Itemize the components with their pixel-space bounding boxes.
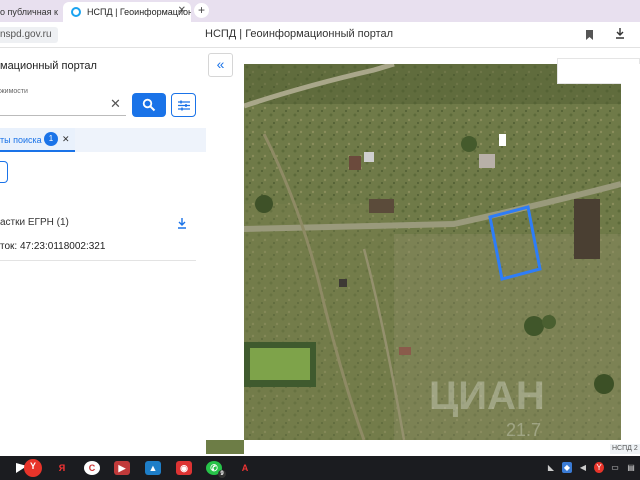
tab-title: о публичная кадастровая (0, 7, 58, 17)
store-icon[interactable]: ▲ (145, 461, 161, 475)
search-icon (142, 98, 156, 112)
results-tab-bar (75, 128, 206, 152)
yandex-browser-icon[interactable]: Y (24, 459, 42, 477)
search-button[interactable] (132, 93, 166, 117)
results-count-badge: 1 (44, 132, 58, 146)
page-title: НСПД | Геоинформационный портал (205, 28, 394, 40)
satellite-map[interactable]: ЦИАН 21.7 (244, 64, 621, 440)
nspd-favicon-icon (71, 7, 81, 17)
map-right-strip (621, 64, 640, 440)
whatsapp-badge: 9 (218, 470, 226, 478)
url-field[interactable]: nspd.gov.ru (0, 27, 58, 43)
clear-icon[interactable]: ✕ (110, 96, 121, 112)
close-tab-icon[interactable]: ✕ (178, 5, 186, 16)
tab-nspd[interactable]: НСПД | Геоинформационный портал ✕ (63, 2, 191, 22)
collapse-panel-button[interactable]: « (208, 53, 233, 77)
shield-icon[interactable]: ◆ (562, 462, 572, 473)
download-arrow-icon[interactable] (614, 27, 634, 43)
panel-title: мационный портал (0, 60, 97, 72)
video-app-icon[interactable]: ▶ (114, 461, 130, 475)
ccleaner-icon[interactable]: C (84, 461, 100, 475)
tab-title: НСПД | Геоинформационный портал (87, 7, 191, 17)
new-tab-button[interactable]: + (194, 3, 209, 18)
satellite-imagery: ЦИАН 21.7 (244, 64, 621, 440)
tab-cadastral-map[interactable]: о публичная кадастровая (0, 2, 58, 22)
acrobat-icon[interactable]: A (237, 461, 253, 475)
chat-icon[interactable]: ▤ (626, 462, 636, 473)
left-panel: мационный портал жимости ✕ ты поиска 1 ✕… (0, 48, 206, 444)
network-icon[interactable]: ◣ (546, 462, 556, 473)
taskbar: Y Я C ▶ ▲ ◉ ✆ 9 A ◣ ◆ ◀ Y ▭ ▤ (0, 456, 640, 480)
yandex-icon[interactable]: Я (54, 461, 70, 475)
yandex-tray-icon[interactable]: Y (594, 462, 604, 473)
watermark-sub: 21.7 (506, 420, 541, 440)
tab-strip: о публичная кадастровая НСПД | Геоинформ… (0, 0, 640, 22)
egrn-group-title[interactable]: астки ЕГРН (1) (0, 217, 69, 228)
volume-icon[interactable]: ◀ (578, 462, 588, 473)
sliders-icon (178, 100, 190, 111)
address-bar: nspd.gov.ru НСПД | Геоинформационный пор… (0, 22, 640, 48)
divider (0, 260, 196, 261)
download-icon[interactable] (177, 216, 187, 234)
filter-button[interactable] (171, 93, 196, 117)
map-attribution: НСПД 2 (610, 444, 640, 454)
media-icon[interactable]: ◉ (176, 461, 192, 475)
keyboard-icon[interactable]: ▭ (610, 462, 620, 473)
close-results-icon[interactable]: ✕ (62, 134, 70, 145)
bookmark-icon[interactable] (586, 30, 593, 40)
map-tile-corner (206, 440, 244, 454)
back-button[interactable] (0, 161, 8, 183)
results-tab-label: ты поиска (0, 135, 42, 145)
search-input[interactable] (0, 92, 126, 116)
watermark-text: ЦИАН (429, 374, 545, 418)
cadastral-item[interactable]: ток: 47:23:0118002:321 (0, 241, 105, 252)
